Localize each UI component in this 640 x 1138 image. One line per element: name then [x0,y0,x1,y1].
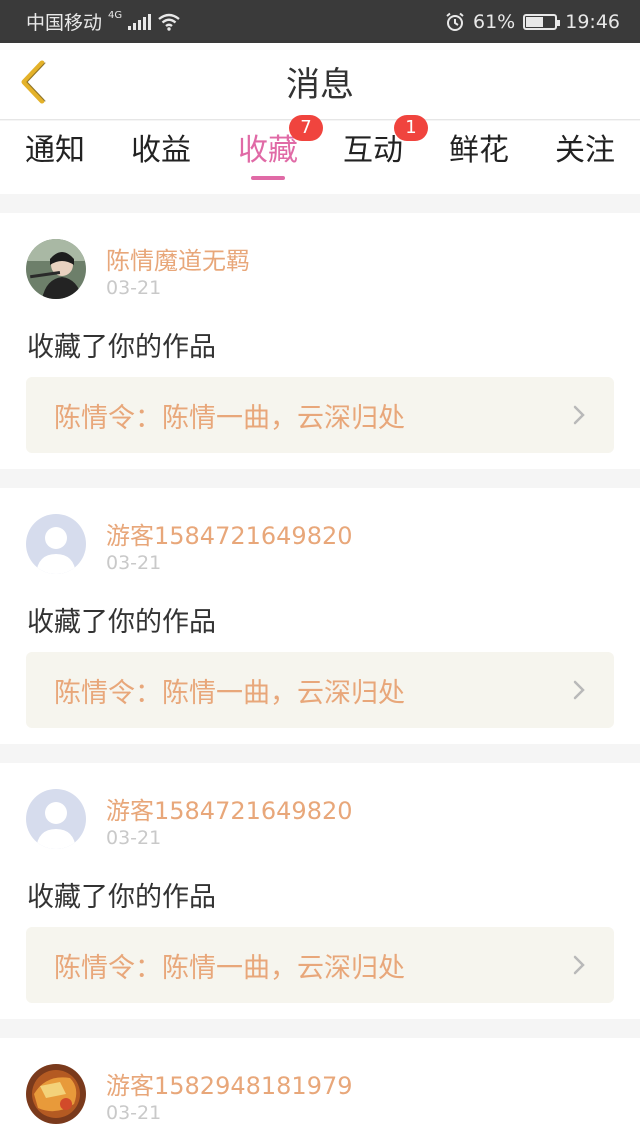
message-card: 游客1582948181979 03-21 [0,1038,640,1138]
default-avatar-icon [26,789,86,849]
tab-notifications[interactable]: 通知 [2,121,108,194]
battery-icon [523,13,561,30]
username[interactable]: 游客1584721649820 [106,791,353,826]
signal-icon [128,13,152,30]
chevron-right-icon [573,405,585,425]
action-text: 收藏了你的作品 [27,332,216,363]
message-card: 游客1584721649820 03-21 收藏了你的作品 陈情令：陈情一曲，云… [0,763,640,1019]
network-type: 4G [108,10,123,21]
tab-earnings[interactable]: 收益 [108,121,214,194]
battery-percent: 61% [473,10,516,33]
chevron-right-icon [573,680,585,700]
unread-badge: 7 [289,115,323,141]
message-date: 03-21 [106,1102,162,1124]
tab-bar: 通知 收益 收藏 7 互动 1 鲜花 关注 [0,115,640,194]
active-tab-indicator [251,176,285,180]
message-date: 03-21 [106,552,162,574]
chevron-left-icon [21,60,46,104]
action-text: 收藏了你的作品 [27,607,216,638]
tab-flowers[interactable]: 鲜花 [426,121,532,194]
tab-label: 收藏 [238,133,298,168]
message-date: 03-21 [106,827,162,849]
page-title: 消息 [286,64,354,105]
message-card: 游客1584721649820 03-21 收藏了你的作品 陈情令：陈情一曲，云… [0,488,640,744]
tab-label: 鲜花 [449,133,509,168]
work-link[interactable]: 陈情令：陈情一曲，云深归处 [26,927,614,1003]
user-avatar[interactable] [26,239,86,299]
unread-badge: 1 [394,115,428,141]
back-button[interactable] [18,59,54,105]
tab-label: 收益 [131,133,191,168]
tab-label: 关注 [555,133,615,168]
message-card: 陈情魔道无羁 03-21 收藏了你的作品 陈情令：陈情一曲，云深归处 [0,213,640,469]
carrier-label: 中国移动 [26,12,103,34]
status-bar: 中国移动 4G 61% 19:46 [0,0,640,43]
action-text: 收藏了你的作品 [27,882,216,913]
photo-avatar-icon [26,239,86,299]
message-date: 03-21 [106,277,162,299]
username[interactable]: 陈情魔道无羁 [106,241,250,276]
user-avatar[interactable] [26,1064,86,1124]
tab-label: 互动 [343,133,403,168]
work-link[interactable]: 陈情令：陈情一曲，云深归处 [26,377,614,453]
work-title: 陈情令：陈情一曲，云深归处 [54,952,405,984]
food-avatar-icon [26,1064,86,1124]
username[interactable]: 游客1584721649820 [106,516,353,551]
tab-following[interactable]: 关注 [532,121,638,194]
navigation-bar: 消息 [0,43,640,120]
work-title: 陈情令：陈情一曲，云深归处 [54,677,405,709]
username[interactable]: 游客1582948181979 [106,1066,353,1101]
user-avatar[interactable] [26,789,86,849]
default-avatar-icon [26,514,86,574]
alarm-icon [446,12,464,31]
tab-interactions[interactable]: 互动 1 [320,115,428,194]
work-link[interactable]: 陈情令：陈情一曲，云深归处 [26,652,614,728]
user-avatar[interactable] [26,514,86,574]
clock: 19:46 [565,10,620,33]
work-title: 陈情令：陈情一曲，云深归处 [54,402,405,434]
wifi-icon [158,13,180,31]
chevron-right-icon [573,955,585,975]
tab-favorites[interactable]: 收藏 7 [215,115,323,194]
tab-label: 通知 [25,133,85,168]
